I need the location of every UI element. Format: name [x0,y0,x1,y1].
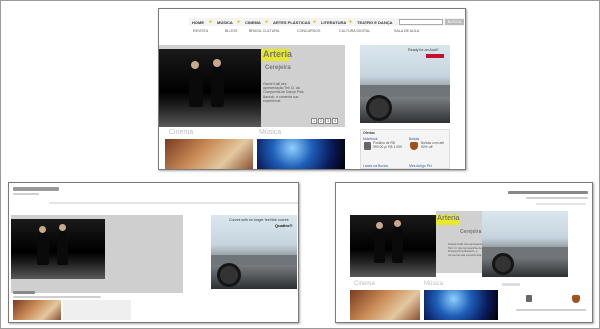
subnav-item-brasil-cultura[interactable]: BRASIL CULTURA [249,29,279,33]
page-3-button[interactable]: 3 [325,118,331,124]
audi-ad-banner[interactable] [482,211,568,277]
subnav-item-sala-de-aula[interactable]: SALA DE AULA [394,29,419,33]
handbag-icon [572,295,580,303]
subnav-item-blogs[interactable]: BLOGS [225,29,237,33]
nav-separator-icon: ● [265,19,269,25]
oferta-item-3[interactable]: Lanes na Buzios [363,164,388,168]
feature-panel: Arteria Cerejeira Gisele Kalil vira apre… [159,45,345,127]
search-button[interactable]: BUSCA [445,19,464,25]
subnav-item-concursos[interactable]: CONCURSOS [297,29,320,33]
section-cinema-heading: Cinema [354,281,375,287]
page-2-button[interactable]: 2 [318,118,324,124]
ad-headline: Ready for an Audi? [408,48,439,52]
collage-frame: HOME ● MÚSICA ● CINEMA ● ARTES PLÁSTICAS… [0,0,600,329]
page-4-button[interactable]: 4 [332,118,338,124]
page-1-button[interactable]: 1 [311,118,317,124]
nav-separator-icon: ● [237,19,241,25]
cinema-thumbnail[interactable] [350,290,420,320]
nav-item-teatro[interactable]: TEATRO E DANÇA [357,20,392,25]
ad-brand: Quattro® [275,223,293,228]
dancer-figure [189,67,203,107]
cinema-thumbnail[interactable] [13,300,61,320]
nav-item-artes[interactable]: ARTES PLÁSTICAS [273,20,310,25]
section-musica-heading: Música [259,129,282,136]
notebook-icon [364,142,371,150]
feature-subtitle: Cerejeira [265,65,291,71]
nav-item-literatura[interactable]: LITERATURA [321,20,346,25]
feature-dance-photo[interactable] [11,219,105,279]
oferta-bolsas-detail: Bolsas com até 50% off [421,141,445,149]
nav-separator-icon: ● [349,19,353,25]
handbag-icon [410,142,418,150]
dancer-figure [37,231,49,265]
layout-screenshot-unstyled: Curves with no longer feel like curves Q… [8,182,299,323]
layout-screenshot-partial: Arteria Cerejeira Gisele Kalil vira apre… [335,182,593,323]
feature-description: Gisele Kalil vira apresentação Teh Cl. d… [263,82,304,103]
steering-wheel-icon [366,95,392,121]
steering-wheel-icon [492,253,514,275]
blurred-nav-text [508,191,588,194]
nav-item-musica[interactable]: MÚSICA [217,20,233,25]
feature-dance-photo[interactable] [350,215,436,277]
layout-screenshot-full: HOME ● MÚSICA ● CINEMA ● ARTES PLÁSTICAS… [158,8,466,170]
notebook-icon [526,295,532,302]
audi-ad-banner[interactable]: Curves with no longer feel like curves Q… [211,215,297,289]
oferta-bolsas-label[interactable]: Bolsas [409,137,419,141]
oferta-item-4[interactable]: Mes Antigo Pel [409,164,432,168]
feature-dance-photo[interactable] [159,49,261,127]
section-cinema-heading: Cinema [169,129,194,136]
search-input[interactable] [399,19,443,25]
audi-ad-banner[interactable]: Ready for an Audi? [360,45,450,123]
dancer-figure [392,225,403,263]
feature-tag[interactable]: Arteria [436,215,460,225]
subnav-item-cultura-digital[interactable]: CULTURA DIGITAL [339,29,370,33]
steering-wheel-icon [217,263,241,287]
ad-headline: Curves with no longer feel like curves [229,218,289,222]
nav-item-cinema[interactable]: CINEMA [245,20,261,25]
ofertas-title: Ofertas [363,131,375,135]
ofertas-box: Ofertas Notebook Positivo de R$ 999,00 p… [360,129,450,169]
nav-item-home[interactable]: HOME [192,20,204,25]
cinema-thumbnail[interactable] [165,139,253,169]
feature-pagination: 1234 [311,118,339,124]
dancer-figure [211,65,224,107]
dancer-figure [57,229,68,265]
blurred-header-text [13,187,59,191]
section-musica-heading: Música [424,281,444,287]
nav-separator-icon: ● [209,19,213,25]
feature-subtitle: Cerejeira [460,229,482,235]
oferta-notebook-detail: Positivo de R$ 999,00 p/ R$ 1.099 [373,141,402,149]
ad-cta-badge [426,54,444,58]
feature-tag[interactable]: Arteria [261,49,292,61]
nav-separator-icon: ● [313,19,317,25]
dancer-figure [374,227,385,263]
subnav-item-revista[interactable]: REVISTA [193,29,208,33]
sub-nav: REVISTA BLOGS BRASIL CULTURA CONCURSOS C… [189,28,464,35]
musica-thumbnail[interactable] [424,290,498,320]
musica-thumbnail[interactable] [257,139,345,169]
